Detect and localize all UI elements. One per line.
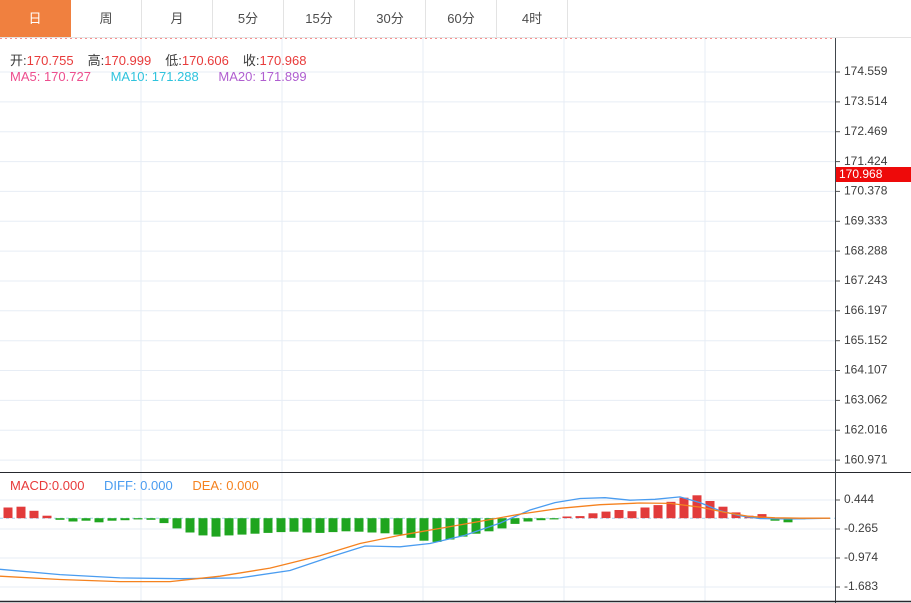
tab-day[interactable]: 日 [0,0,71,37]
trading-chart-app: 日 周 月 5分 15分 30分 60分 4时 174.559 173.514 17… [0,0,911,603]
svg-text:168.288: 168.288 [844,243,888,257]
tab-5min[interactable]: 5分 [213,0,284,37]
svg-text:-0.265: -0.265 [844,521,878,535]
current-price-tag: 170.968 [836,167,911,182]
svg-text:174.559: 174.559 [844,64,888,78]
svg-text:-0.974: -0.974 [844,550,878,564]
svg-text:167.243: 167.243 [844,273,888,287]
tab-week[interactable]: 周 [71,0,142,37]
svg-text:165.152: 165.152 [844,333,888,347]
timeframe-tabbar: 日 周 月 5分 15分 30分 60分 4时 [0,0,911,38]
svg-text:169.333: 169.333 [844,213,888,227]
svg-text:164.107: 164.107 [844,363,888,377]
tab-4hour[interactable]: 4时 [497,0,568,37]
candlestick-chart[interactable]: 174.559 173.514 172.469 171.424 170.378 169.3… [0,38,911,472]
svg-text:171.424: 171.424 [844,154,888,168]
svg-text:166.197: 166.197 [844,303,888,317]
svg-text:173.514: 173.514 [844,94,888,108]
svg-text:162.016: 162.016 [844,422,888,436]
svg-text:160.971: 160.971 [844,452,888,466]
macd-indicator-chart[interactable]: 0.444 -0.265 -0.974 -1.683 [0,472,911,603]
svg-text:-1.683: -1.683 [844,579,878,593]
tab-30min[interactable]: 30分 [355,0,426,37]
tab-15min[interactable]: 15分 [284,0,355,37]
svg-text:172.469: 172.469 [844,124,888,138]
svg-text:170.378: 170.378 [844,184,888,198]
tab-month[interactable]: 月 [142,0,213,37]
svg-text:163.062: 163.062 [844,393,888,407]
svg-text:0.444: 0.444 [844,492,874,506]
tab-60min[interactable]: 60分 [426,0,497,37]
